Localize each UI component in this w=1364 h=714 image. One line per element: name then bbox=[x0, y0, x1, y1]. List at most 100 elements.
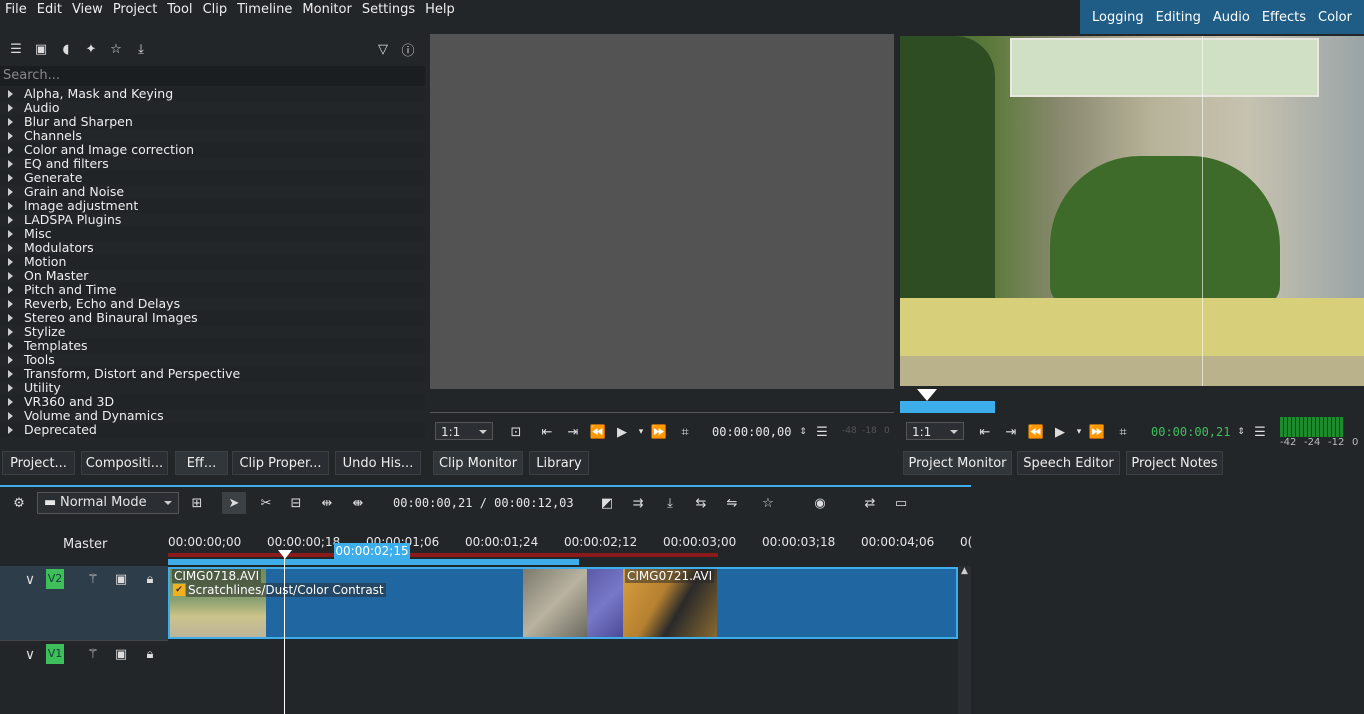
effect-category[interactable]: EQ and filters bbox=[0, 157, 425, 171]
effect-category[interactable]: Color and Image correction bbox=[0, 143, 425, 157]
effect-category[interactable]: Volume and Dynamics bbox=[0, 409, 425, 423]
menu-tool[interactable]: Tool bbox=[162, 2, 197, 17]
hide-track-icon[interactable]: ▣ bbox=[112, 646, 130, 662]
forward-icon[interactable]: ⏩ bbox=[651, 424, 667, 440]
project-monitor-ruler[interactable] bbox=[900, 388, 1364, 413]
effect-category[interactable]: Pitch and Time bbox=[0, 283, 425, 297]
composite-icon[interactable]: ◩ bbox=[598, 495, 616, 511]
track-area-v1[interactable] bbox=[168, 641, 958, 714]
menu-edit[interactable]: Edit bbox=[32, 2, 67, 17]
playhead-marker-icon[interactable] bbox=[278, 550, 292, 559]
effect-category[interactable]: Channels bbox=[0, 129, 425, 143]
layout-color[interactable]: Color bbox=[1318, 10, 1352, 25]
lock-icon[interactable]: 🔒︎ bbox=[141, 646, 159, 662]
play-options-icon[interactable]: ▾ bbox=[1074, 426, 1084, 438]
monitor-menu-icon[interactable]: ☰ bbox=[1252, 424, 1268, 440]
effects-search-input[interactable]: Search... bbox=[0, 66, 425, 86]
effect-category[interactable]: Grain and Noise bbox=[0, 185, 425, 199]
effect-category[interactable]: Image adjustment bbox=[0, 199, 425, 213]
playhead-marker-icon[interactable] bbox=[917, 389, 937, 401]
track-settings-icon[interactable]: ⚙ bbox=[9, 495, 29, 511]
menu-view[interactable]: View bbox=[67, 2, 108, 17]
overwrite-icon[interactable]: ⤓ bbox=[661, 495, 679, 511]
set-in-icon[interactable]: ⇤ bbox=[977, 424, 993, 440]
master-header[interactable]: Master bbox=[0, 530, 168, 560]
timeline-clip[interactable]: CIMG0718.AVI ✔ Scratchlines/Dust/Color C… bbox=[168, 567, 958, 639]
tab-compositions[interactable]: Compositi... bbox=[81, 451, 168, 475]
collapse-icon[interactable]: ∨ bbox=[20, 571, 40, 589]
effect-category[interactable]: Utility bbox=[0, 381, 425, 395]
effect-category[interactable]: Audio bbox=[0, 101, 425, 115]
effect-category[interactable]: Templates bbox=[0, 339, 425, 353]
transition-block[interactable] bbox=[587, 569, 623, 637]
collapse-icon[interactable]: ∨ bbox=[20, 646, 40, 664]
tab-project-notes[interactable]: Project Notes bbox=[1126, 451, 1223, 475]
layout-logging[interactable]: Logging bbox=[1092, 10, 1144, 25]
tab-clip-properties[interactable]: Clip Proper... bbox=[232, 451, 329, 475]
effect-category[interactable]: Transform, Distort and Perspective bbox=[0, 367, 425, 381]
info-icon[interactable]: ⓘ bbox=[400, 42, 416, 59]
menu-timeline[interactable]: Timeline bbox=[232, 2, 297, 17]
crop-icon[interactable]: ⌗ bbox=[677, 424, 693, 440]
menu-monitor[interactable]: Monitor bbox=[297, 2, 356, 17]
effects-wand-icon[interactable]: ⚚ bbox=[84, 571, 102, 587]
effect-category[interactable]: Generate bbox=[0, 171, 425, 185]
timeline-playhead[interactable] bbox=[284, 553, 285, 714]
custom-effects-icon[interactable]: ✦ bbox=[83, 42, 99, 57]
layout-editing[interactable]: Editing bbox=[1156, 10, 1201, 25]
fullscreen-icon[interactable]: ⊡ bbox=[508, 424, 524, 440]
timecode-spin-icon[interactable]: ⇕ bbox=[798, 424, 808, 440]
tab-effects[interactable]: Eff... bbox=[175, 451, 228, 475]
clip-monitor-timecode[interactable]: 00:00:00,00 bbox=[712, 425, 791, 439]
scroll-up-icon[interactable]: ▲ bbox=[961, 566, 968, 576]
timeline-ruler[interactable]: 00:00:00;00 00:00:00;18 00:00:01;06 00:0… bbox=[168, 535, 972, 565]
crop-icon[interactable]: ⌗ bbox=[1115, 424, 1131, 440]
timeline-scrollbar[interactable]: ▲ bbox=[958, 566, 971, 714]
effect-category[interactable]: LADSPA Plugins bbox=[0, 213, 425, 227]
lift-icon[interactable]: ⇋ bbox=[722, 495, 742, 511]
multicam-icon[interactable]: ⊞ bbox=[188, 495, 206, 511]
tab-library[interactable]: Library bbox=[529, 451, 589, 475]
effect-category[interactable]: Tools bbox=[0, 353, 425, 367]
effect-category[interactable]: Stereo and Binaural Images bbox=[0, 311, 425, 325]
menu-settings[interactable]: Settings bbox=[357, 2, 420, 17]
spacer-tool-icon[interactable]: ⊟ bbox=[287, 495, 305, 511]
zone-range[interactable] bbox=[168, 559, 579, 565]
menu-project[interactable]: Project bbox=[108, 2, 162, 17]
slip-tool-icon[interactable]: ⇼ bbox=[349, 495, 367, 511]
timeline-position[interactable]: 00:00:00,21 / 00:00:12,03 bbox=[393, 496, 574, 510]
lock-icon[interactable]: 🔒︎ bbox=[141, 571, 159, 587]
effect-category[interactable]: VR360 and 3D bbox=[0, 395, 425, 409]
play-options-icon[interactable]: ▾ bbox=[636, 426, 646, 438]
layout-audio[interactable]: Audio bbox=[1213, 10, 1250, 25]
tab-speech-editor[interactable]: Speech Editor bbox=[1017, 451, 1120, 475]
ripple-tool-icon[interactable]: ⇹ bbox=[318, 495, 336, 511]
clip-monitor-ruler[interactable] bbox=[430, 398, 894, 413]
tab-undo-history[interactable]: Undo His... bbox=[335, 451, 421, 475]
insert-icon[interactable]: ⇉ bbox=[628, 495, 648, 511]
favorites-icon[interactable]: ☆ bbox=[108, 42, 124, 57]
track-header-v1[interactable]: ∨ V1 ⚚ ▣ 🔒︎ bbox=[0, 641, 168, 714]
track-name-badge[interactable]: V1 bbox=[46, 644, 64, 664]
effect-category[interactable]: Misc bbox=[0, 227, 425, 241]
rewind-icon[interactable]: ⏪ bbox=[1028, 424, 1044, 440]
favorite-effects-icon[interactable]: ☆ bbox=[759, 495, 777, 511]
project-monitor-zoom-select[interactable]: 1:1 bbox=[906, 422, 964, 440]
effects-wand-icon[interactable]: ⚚ bbox=[84, 646, 102, 662]
track-name-badge[interactable]: V2 bbox=[46, 569, 64, 589]
effect-category[interactable]: Motion bbox=[0, 255, 425, 269]
video-filter-icon[interactable]: ▣ bbox=[33, 42, 49, 57]
select-tool-icon[interactable]: ➤ bbox=[222, 492, 246, 514]
download-icon[interactable]: ⤓ bbox=[133, 42, 149, 57]
record-icon[interactable]: ◉ bbox=[811, 495, 829, 511]
menu-clip[interactable]: Clip bbox=[198, 2, 233, 17]
menu-file[interactable]: File bbox=[0, 2, 32, 17]
audio-filter-icon[interactable]: ◖ bbox=[58, 42, 74, 57]
clip-monitor-zoom-select[interactable]: 1:1 bbox=[435, 422, 493, 440]
clip-monitor-view[interactable] bbox=[430, 34, 894, 389]
tab-project-bin[interactable]: Project... bbox=[2, 451, 75, 475]
play-icon[interactable]: ▶ bbox=[614, 424, 630, 440]
effect-category[interactable]: Blur and Sharpen bbox=[0, 115, 425, 129]
tab-project-monitor[interactable]: Project Monitor bbox=[903, 451, 1012, 475]
subtitle-icon[interactable]: ▭ bbox=[891, 495, 911, 511]
